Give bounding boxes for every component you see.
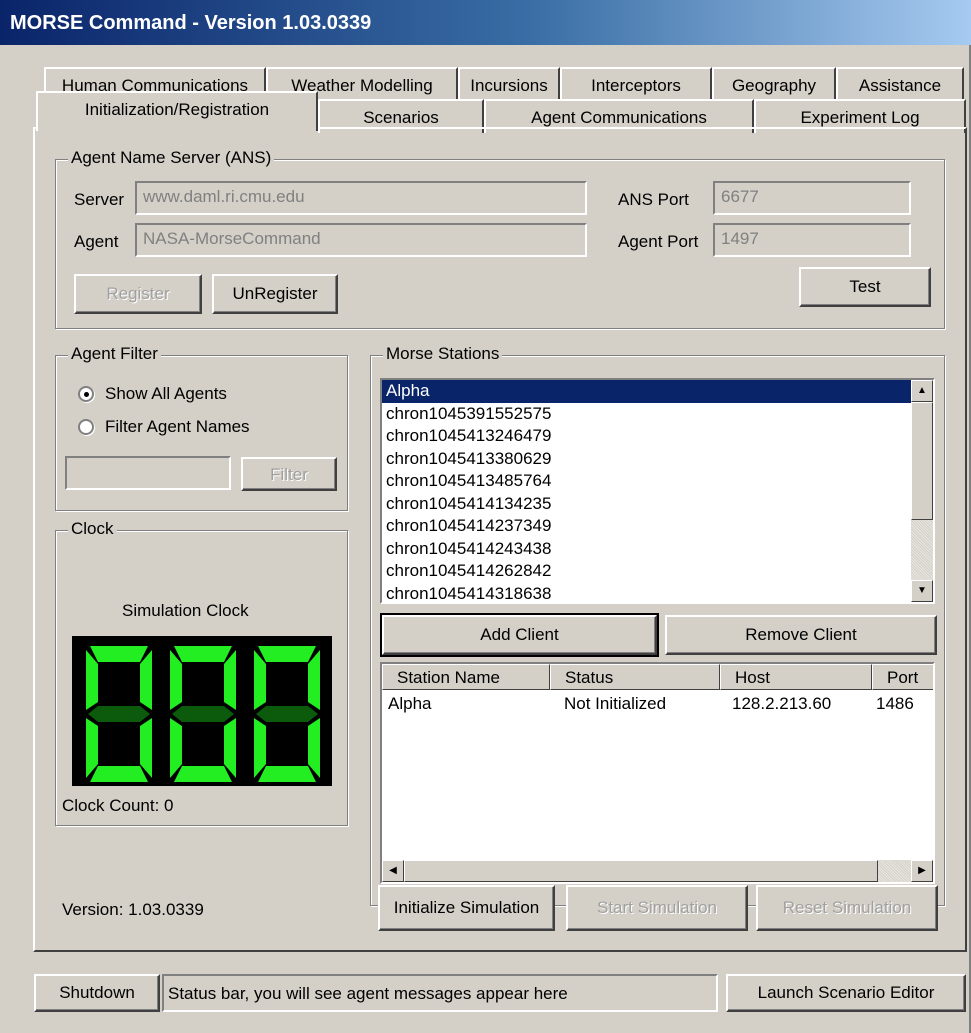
clock-group-title: Clock xyxy=(68,519,117,539)
hscroll-thumb[interactable] xyxy=(404,860,878,882)
register-button[interactable]: Register xyxy=(74,274,202,314)
agent-field[interactable]: NASA-MorseCommand xyxy=(135,223,587,257)
stations-scrollbar[interactable]: ▲ ▼ xyxy=(911,380,933,602)
filter-agent-names-radio[interactable] xyxy=(78,419,94,435)
col-port[interactable]: Port xyxy=(872,664,933,690)
morse-stations-title: Morse Stations xyxy=(383,344,503,364)
main-window: Human Communications Weather Modelling I… xyxy=(0,45,971,1033)
status-bar: Status bar, you will see agent messages … xyxy=(162,974,718,1012)
remove-client-button[interactable]: Remove Client xyxy=(665,615,937,655)
scroll-left-button[interactable]: ◀ xyxy=(382,860,404,882)
scroll-down-button[interactable]: ▼ xyxy=(911,580,933,602)
agent-filter-title: Agent Filter xyxy=(68,344,161,364)
clock-display xyxy=(72,636,332,786)
simulation-clock-caption: Simulation Clock xyxy=(122,601,249,620)
shutdown-button[interactable]: Shutdown xyxy=(34,974,160,1012)
ans-port-label: ANS Port xyxy=(618,190,689,209)
tab-assistance[interactable]: Assistance xyxy=(836,67,964,101)
clock-digits xyxy=(86,646,320,782)
server-field[interactable]: www.daml.ri.cmu.edu xyxy=(135,181,587,215)
filter-input[interactable] xyxy=(65,456,231,490)
col-status[interactable]: Status xyxy=(550,664,720,690)
cell-host: 128.2.213.60 xyxy=(732,694,832,713)
show-all-agents-radio[interactable] xyxy=(78,386,94,402)
cell-status: Not Initialized xyxy=(564,694,667,713)
station-list-item[interactable]: chron1045414134235 xyxy=(382,493,933,516)
scroll-up-button[interactable]: ▲ xyxy=(911,380,933,402)
tab-initialization-registration[interactable]: Initialization/Registration xyxy=(36,91,318,131)
tab-geography[interactable]: Geography xyxy=(712,67,836,101)
add-client-button[interactable]: Add Client xyxy=(380,613,659,657)
stations-listbox[interactable]: Alpha chron1045391552575 chron104541324647… xyxy=(380,378,935,604)
cell-station-name: Alpha xyxy=(388,694,432,713)
initialize-simulation-button[interactable]: Initialize Simulation xyxy=(378,885,555,931)
agent-port-label: Agent Port xyxy=(618,232,699,251)
filter-button[interactable]: Filter xyxy=(241,457,337,491)
show-all-agents-label: Show All Agents xyxy=(105,384,227,403)
scroll-right-button[interactable]: ▶ xyxy=(911,860,933,882)
unregister-button[interactable]: UnRegister xyxy=(212,274,338,314)
stations-table[interactable]: Station Name Status Host Port Alpha Not … xyxy=(380,662,935,884)
version-text: Version: 1.03.0339 xyxy=(62,900,204,919)
table-hscrollbar[interactable]: ◀ ▶ xyxy=(382,860,933,882)
tab-interceptors[interactable]: Interceptors xyxy=(560,67,712,101)
col-host[interactable]: Host xyxy=(720,664,872,690)
reset-simulation-button[interactable]: Reset Simulation xyxy=(756,885,938,931)
station-list-item[interactable]: chron1045414237349 xyxy=(382,515,933,538)
station-list-item[interactable]: chron1045413246479 xyxy=(382,425,933,448)
station-list-item[interactable]: chron1045414318638 xyxy=(382,583,933,603)
station-list-item[interactable]: chron1045414262842 xyxy=(382,560,933,583)
station-list-item[interactable]: Alpha xyxy=(382,380,911,403)
station-list-item[interactable]: chron1045414243438 xyxy=(382,538,933,561)
window-title: MORSE Command - Version 1.03.0339 xyxy=(0,0,971,45)
agent-label: Agent xyxy=(74,232,119,251)
start-simulation-button[interactable]: Start Simulation xyxy=(566,885,748,931)
ans-group-title: Agent Name Server (ANS) xyxy=(68,148,275,168)
server-label: Server xyxy=(74,190,125,209)
cell-port: 1486 xyxy=(876,694,914,713)
scroll-thumb[interactable] xyxy=(911,402,933,520)
station-list-item[interactable]: chron1045391552575 xyxy=(382,403,933,426)
clock-count: Clock Count: 0 xyxy=(62,796,174,815)
stations-list: Alpha chron1045391552575 chron104541324647… xyxy=(382,380,933,603)
station-list-item[interactable]: chron1045413485764 xyxy=(382,470,933,493)
station-list-item[interactable]: chron1045413380629 xyxy=(382,448,933,471)
agent-port-field[interactable]: 1497 xyxy=(713,223,911,257)
launch-scenario-editor-button[interactable]: Launch Scenario Editor xyxy=(726,974,966,1012)
test-button[interactable]: Test xyxy=(799,267,931,307)
filter-agent-names-label: Filter Agent Names xyxy=(105,417,250,436)
tab-incursions[interactable]: Incursions xyxy=(458,67,560,101)
col-station-name[interactable]: Station Name xyxy=(382,664,550,690)
ans-port-field[interactable]: 6677 xyxy=(713,181,911,215)
